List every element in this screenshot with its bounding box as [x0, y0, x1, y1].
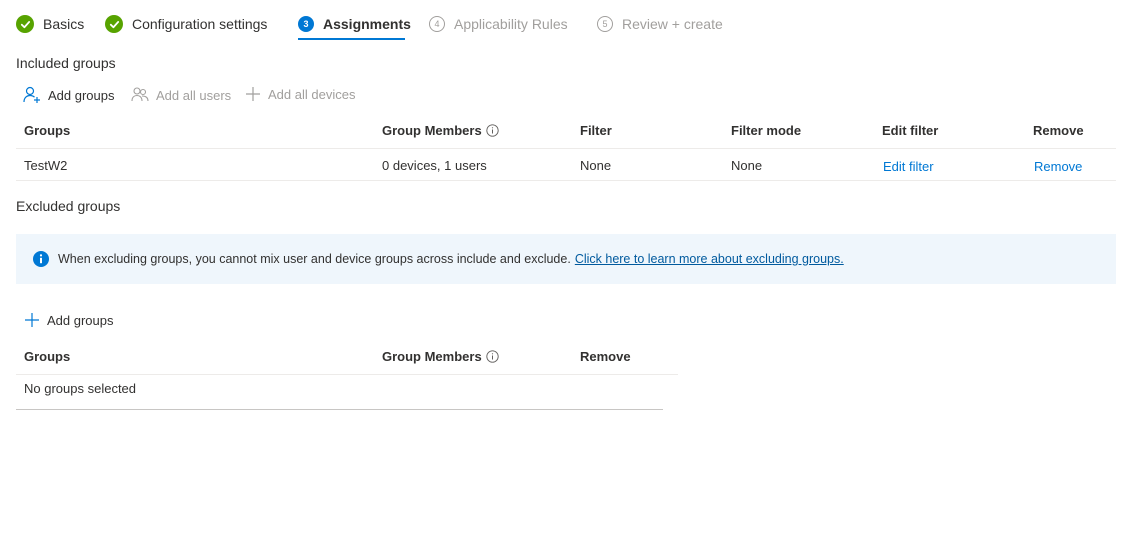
column-header-groups: Groups	[24, 123, 71, 138]
step-number-badge: 4	[429, 16, 445, 32]
step-applicability-rules[interactable]: 4 Applicability Rules	[429, 13, 568, 35]
column-header-group-members: Group Members	[382, 349, 499, 364]
step-number-badge: 5	[597, 16, 613, 32]
add-groups-label: Add groups	[47, 312, 114, 328]
row-group-name: TestW2	[24, 158, 68, 173]
step-basics[interactable]: Basics	[16, 13, 84, 35]
table-bottom-divider	[16, 409, 663, 410]
step-label: Basics	[43, 16, 85, 32]
step-label: Applicability Rules	[454, 16, 568, 32]
add-all-users-button[interactable]: Add all users	[131, 86, 231, 104]
step-number-badge: 3	[298, 16, 314, 32]
plus-icon	[25, 313, 39, 327]
column-header-group-members: Group Members	[382, 123, 499, 138]
learn-more-link[interactable]: Click here to learn more about excluding…	[575, 252, 844, 266]
header-divider	[16, 148, 1116, 149]
step-label: Assignments	[323, 16, 411, 32]
info-message-bar: When excluding groups, you cannot mix us…	[16, 234, 1116, 284]
column-header-filter: Filter	[580, 123, 612, 138]
step-review-create[interactable]: 5 Review + create	[597, 13, 723, 35]
remove-link[interactable]: Remove	[1034, 159, 1082, 174]
column-header-groups: Groups	[24, 349, 71, 364]
add-groups-label: Add groups	[48, 87, 115, 103]
people-icon	[131, 87, 149, 102]
row-group-members: 0 devices, 1 users	[382, 158, 487, 173]
add-person-icon	[23, 86, 40, 103]
add-all-devices-label: Add all devices	[268, 86, 356, 102]
plus-icon	[246, 87, 260, 101]
step-label: Configuration settings	[132, 16, 268, 32]
included-groups-title: Included groups	[16, 55, 116, 71]
column-header-remove: Remove	[580, 349, 631, 364]
step-configuration-settings[interactable]: Configuration settings	[105, 13, 267, 35]
info-icon[interactable]	[486, 124, 499, 137]
header-divider	[16, 374, 678, 375]
row-divider	[16, 180, 1116, 181]
empty-state-text: No groups selected	[24, 381, 137, 396]
add-groups-button[interactable]: Add groups	[23, 86, 115, 104]
add-excluded-groups-button[interactable]: Add groups	[24, 312, 114, 328]
column-header-label: Group Members	[382, 349, 482, 364]
step-assignments[interactable]: 3 Assignments	[298, 13, 411, 35]
checkmark-circle-icon	[105, 15, 123, 33]
column-header-remove: Remove	[1033, 123, 1084, 138]
info-message-text: When excluding groups, you cannot mix us…	[58, 252, 571, 266]
excluded-groups-title: Excluded groups	[16, 198, 121, 214]
column-header-edit-filter: Edit filter	[882, 123, 939, 138]
column-header-filter-mode: Filter mode	[731, 123, 802, 138]
edit-filter-link[interactable]: Edit filter	[883, 159, 934, 174]
info-icon	[33, 251, 49, 267]
add-all-users-label: Add all users	[156, 87, 232, 103]
info-icon[interactable]	[486, 350, 499, 363]
checkmark-circle-icon	[16, 15, 34, 33]
row-filter: None	[580, 158, 612, 173]
row-filter-mode: None	[731, 158, 763, 173]
add-all-devices-button[interactable]: Add all devices	[245, 86, 355, 102]
active-step-underline	[298, 38, 405, 40]
step-label: Review + create	[622, 16, 723, 32]
column-header-label: Group Members	[382, 123, 482, 138]
